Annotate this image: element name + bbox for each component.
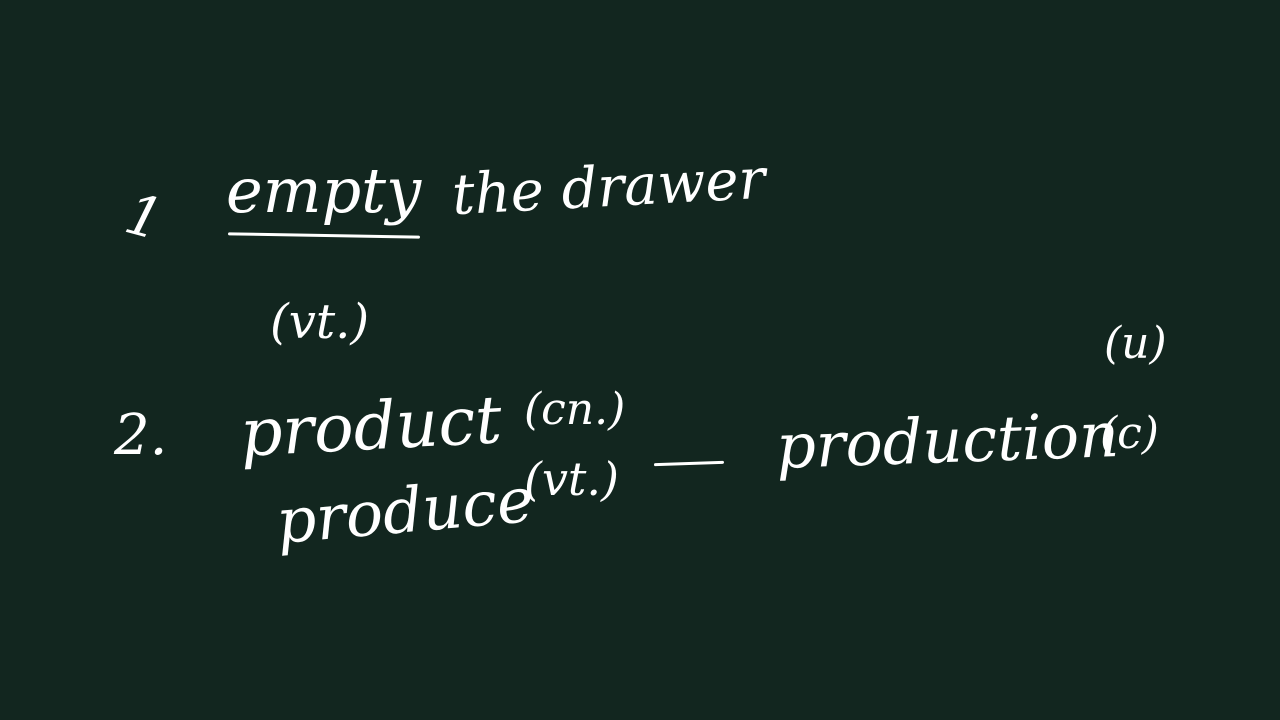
item1-word-empty: empty (226, 154, 422, 227)
item1-number: 1 (118, 181, 170, 254)
item1-phrase-rest: the drawer (450, 146, 767, 229)
item1-part-of-speech: (vt.) (270, 294, 370, 350)
item2-word-product: product (238, 381, 504, 472)
item2-dash (653, 460, 725, 467)
item2-produce-pos: (vt.) (524, 452, 619, 506)
item2-product-pos: (cn.) (524, 384, 626, 435)
item2-number: 2. (114, 403, 168, 468)
item2-production-pos-upper: (u) (1104, 318, 1167, 369)
item2-production-pos: (c) (1100, 408, 1159, 459)
chalkboard: 1 empty the drawer (vt.) 2. product (cn.… (0, 0, 1280, 720)
item2-word-produce: produce (273, 462, 537, 559)
item1-underline (227, 232, 421, 239)
item2-word-production: production (774, 398, 1121, 483)
